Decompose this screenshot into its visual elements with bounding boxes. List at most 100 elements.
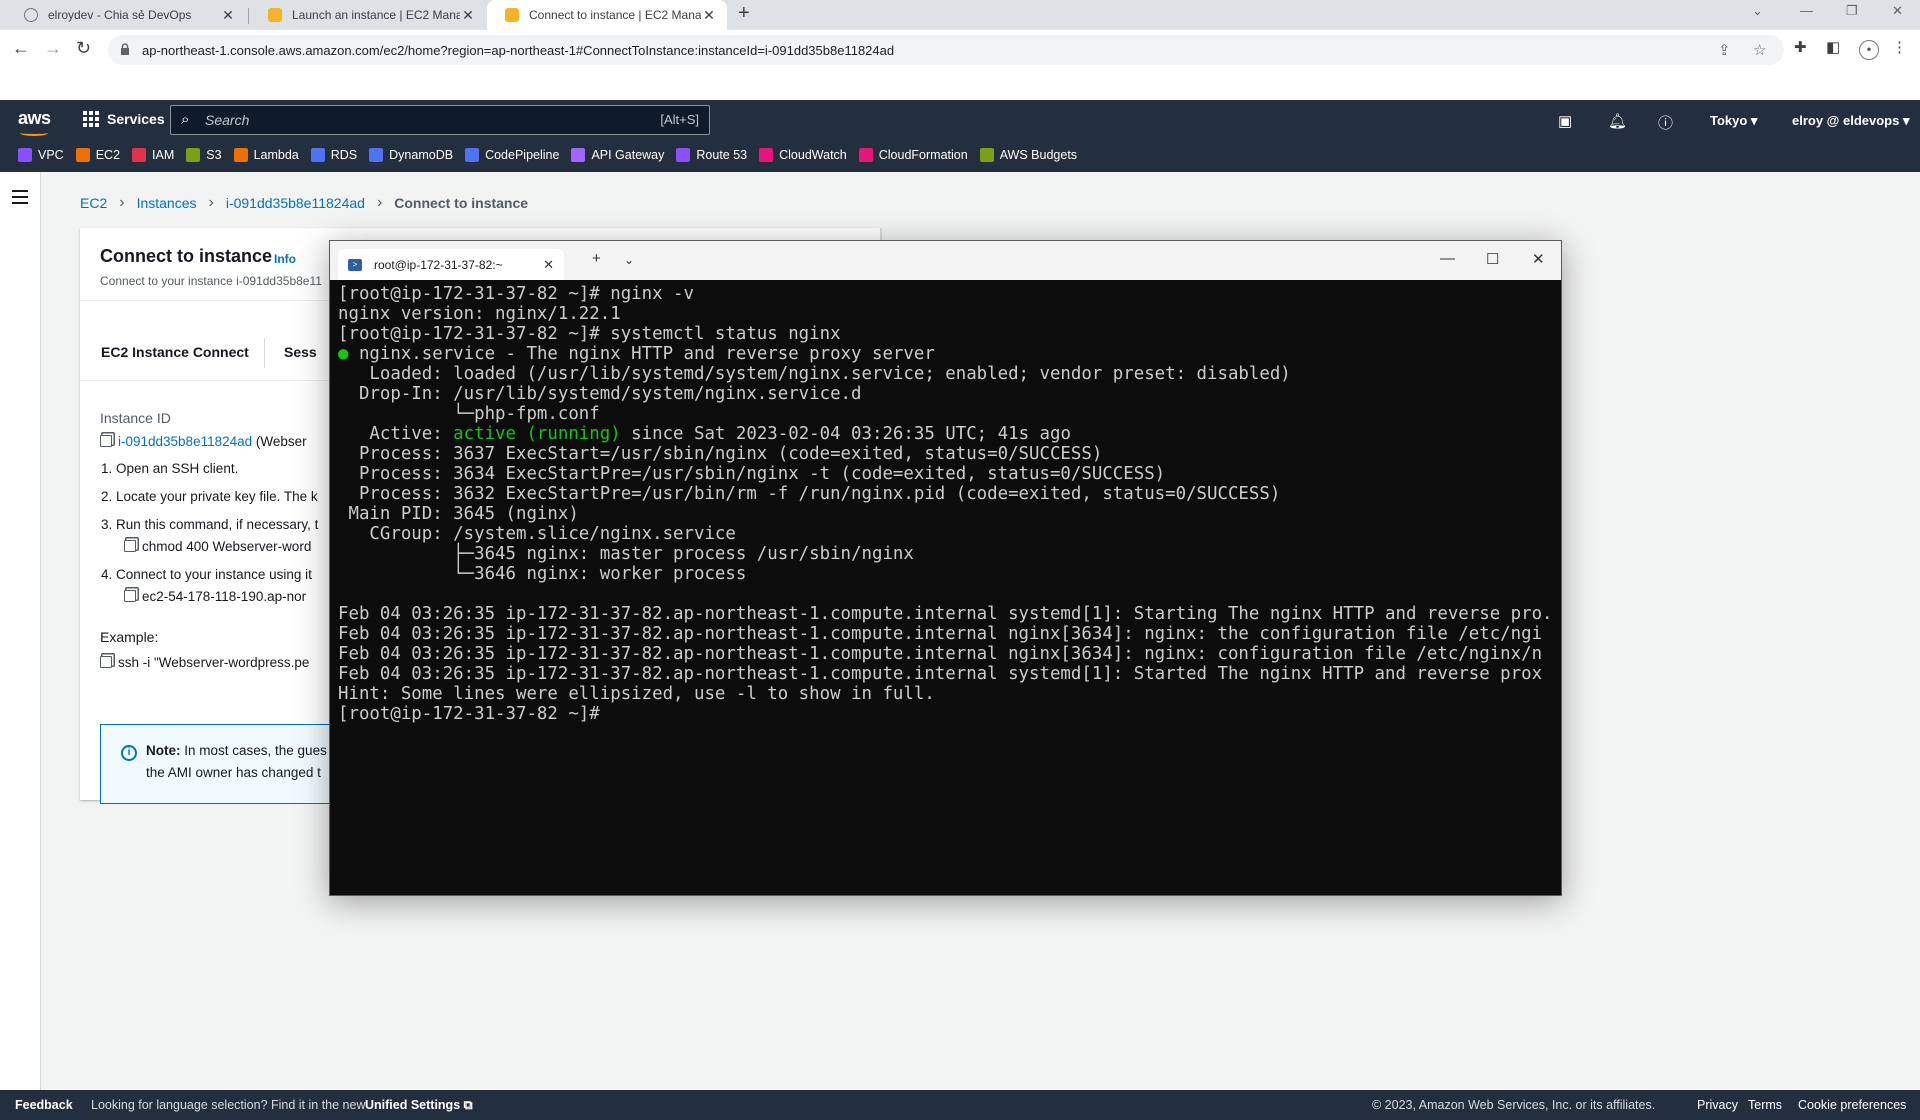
- favorite-label: IAM: [152, 148, 175, 162]
- favorite-label: Route 53: [696, 148, 748, 162]
- breadcrumb-instances[interactable]: Instances: [137, 195, 197, 211]
- tab-search-icon[interactable]: ⌄: [1752, 3, 1763, 19]
- step-4: 4. Connect to your instance using it: [101, 567, 312, 582]
- info-link[interactable]: Info: [274, 252, 296, 266]
- browser-tab-connect-instance[interactable]: Connect to instance | EC2 Manag ✕: [487, 0, 727, 30]
- region-selector[interactable]: Tokyo ▾: [1710, 113, 1757, 129]
- status-dot-icon: ●: [338, 344, 359, 364]
- active-status: active (running): [453, 424, 621, 444]
- maximize-icon[interactable]: ☐: [1486, 250, 1499, 268]
- close-icon[interactable]: ✕: [220, 7, 236, 24]
- bookmark-star-icon[interactable]: ☆: [1753, 41, 1766, 59]
- dropdown-chevron-icon[interactable]: ⌄: [624, 253, 634, 267]
- aws-search-box[interactable]: ⌕ [Alt+S]: [170, 105, 710, 135]
- favorite-cloudformation[interactable]: CloudFormation: [858, 148, 968, 162]
- instance-id-link[interactable]: i-091dd35b8e11824ad: [118, 434, 252, 449]
- favorite-iam[interactable]: IAM: [132, 148, 174, 162]
- cloudformation-service-icon: [858, 148, 873, 162]
- terminal-text: [root@ip-172-31-37-82 ~]#: [338, 704, 611, 724]
- favorite-dynamodb[interactable]: DynamoDB: [369, 148, 453, 162]
- cloudshell-icon[interactable]: ▣: [1558, 112, 1572, 130]
- instance-name: (Webser: [255, 434, 307, 449]
- aws-budgets-service-icon: [979, 148, 994, 162]
- favorite-label: CodePipeline: [485, 148, 560, 162]
- help-icon[interactable]: ⓘ: [1658, 112, 1673, 133]
- favorite-api-gateway[interactable]: API Gateway: [571, 148, 664, 162]
- terminal-text: [root@ip-172-31-37-82 ~]# systemctl stat…: [338, 324, 841, 344]
- copy-icon[interactable]: [124, 590, 136, 602]
- account-menu[interactable]: elroy @ eldevops ▾: [1792, 113, 1909, 129]
- minimize-icon[interactable]: —: [1440, 250, 1455, 267]
- chevron-right-icon: ›: [119, 194, 125, 211]
- close-icon[interactable]: ✕: [543, 257, 554, 273]
- aws-favicon-icon: [268, 8, 282, 22]
- restore-icon[interactable]: ❐: [1846, 3, 1858, 19]
- minimize-icon[interactable]: —: [1800, 3, 1813, 18]
- extensions-icon[interactable]: ✚: [1794, 38, 1807, 56]
- favorite-codepipeline[interactable]: CodePipeline: [465, 148, 559, 162]
- privacy-link[interactable]: Privacy: [1697, 1098, 1738, 1112]
- terminal-text: since Sat 2023-02-04 03:26:35 UTC; 41s a…: [620, 424, 1071, 444]
- close-icon[interactable]: ✕: [460, 7, 476, 24]
- terms-link[interactable]: Terms: [1748, 1098, 1782, 1112]
- aws-logo[interactable]: aws: [18, 108, 51, 129]
- breadcrumb-ec2[interactable]: EC2: [80, 195, 107, 211]
- address-bar[interactable]: ap-northeast-1.console.aws.amazon.com/ec…: [108, 35, 1784, 65]
- services-menu-button[interactable]: Services: [83, 111, 165, 127]
- notifications-bell-icon[interactable]: 🔔︎: [1608, 112, 1627, 130]
- browser-tab-label: Launch an instance | EC2 Manag: [292, 8, 460, 22]
- terminal-text: Feb 04 03:26:35 ip-172-31-37-82.ap-north…: [338, 624, 1553, 644]
- forward-icon[interactable]: →: [44, 38, 62, 59]
- new-tab-button[interactable]: +: [738, 2, 750, 25]
- copy-icon[interactable]: [100, 656, 112, 668]
- connect-host: ec2-54-178-118-190.ap-nor: [124, 589, 306, 604]
- search-icon: ⌕: [181, 111, 190, 128]
- terminal-window[interactable]: > root@ip-172-31-37-82:~ ✕ + ⌄ — ☐ ✕ [ro…: [329, 240, 1562, 896]
- ec2-service-icon: [75, 148, 90, 162]
- favorite-vpc[interactable]: VPC: [18, 148, 64, 162]
- services-label: Services: [107, 111, 165, 127]
- favorite-label: CloudFormation: [878, 148, 968, 162]
- new-terminal-tab-icon[interactable]: +: [592, 250, 601, 267]
- terminal-line: [root@ip-172-31-37-82 ~]# nginx -v: [338, 284, 1553, 304]
- terminal-text: Feb 04 03:26:35 ip-172-31-37-82.ap-north…: [338, 664, 1553, 684]
- favorite-aws-budgets[interactable]: AWS Budgets: [979, 148, 1077, 162]
- reload-icon[interactable]: ↻: [76, 38, 91, 59]
- side-panel-icon[interactable]: ◧: [1826, 38, 1840, 56]
- favorite-route-53[interactable]: Route 53: [676, 148, 747, 162]
- favorite-rds[interactable]: RDS: [310, 148, 357, 162]
- iam-service-icon: [132, 148, 147, 162]
- close-window-icon[interactable]: ✕: [1532, 250, 1545, 268]
- favorite-ec2[interactable]: EC2: [75, 148, 120, 162]
- chrome-menu-icon[interactable]: ⋮: [1892, 38, 1907, 56]
- favorite-s3[interactable]: S3: [186, 148, 222, 162]
- terminal-tab[interactable]: > root@ip-172-31-37-82:~ ✕: [338, 249, 564, 280]
- close-window-icon[interactable]: ✕: [1892, 3, 1903, 19]
- favorite-cloudwatch[interactable]: CloudWatch: [759, 148, 847, 162]
- terminal-text: Loaded: loaded (/usr/lib/systemd/system/…: [338, 364, 1291, 384]
- browser-tab-elroydev[interactable]: elroydev - Chia sẻ DevOps ✕: [6, 0, 246, 30]
- route-53-service-icon: [676, 148, 691, 162]
- favorite-lambda[interactable]: Lambda: [233, 148, 299, 162]
- tab-ec2-instance-connect[interactable]: EC2 Instance Connect: [101, 344, 249, 360]
- browser-tab-label: Connect to instance | EC2 Manag: [529, 8, 701, 22]
- close-icon[interactable]: ✕: [701, 7, 717, 24]
- copy-icon[interactable]: [124, 540, 136, 552]
- browser-tab-launch-instance[interactable]: Launch an instance | EC2 Manag ✕: [250, 0, 486, 30]
- back-icon[interactable]: ←: [12, 38, 30, 59]
- search-input[interactable]: [205, 110, 605, 130]
- cookie-preferences-link[interactable]: Cookie preferences: [1798, 1098, 1906, 1112]
- profile-avatar[interactable]: ☻: [1859, 40, 1879, 60]
- terminal-line: nginx version: nginx/1.22.1: [338, 304, 1553, 324]
- terminal-text: nginx version: nginx/1.22.1: [338, 304, 621, 324]
- breadcrumb-instance-id[interactable]: i-091dd35b8e11824ad: [226, 195, 365, 211]
- hamburger-menu-icon[interactable]: [12, 190, 28, 208]
- share-icon[interactable]: ⇪: [1718, 41, 1731, 59]
- terminal-output[interactable]: [root@ip-172-31-37-82 ~]# nginx -v nginx …: [338, 284, 1553, 884]
- step-3: 3. Run this command, if necessary, t: [101, 517, 319, 532]
- unified-settings-link[interactable]: Unified Settings ⧉: [365, 1098, 473, 1113]
- bookmarks-bar: [0, 70, 1920, 100]
- feedback-link[interactable]: Feedback: [15, 1098, 73, 1112]
- copy-icon[interactable]: [100, 435, 112, 447]
- tab-session-manager[interactable]: Sess: [284, 344, 317, 360]
